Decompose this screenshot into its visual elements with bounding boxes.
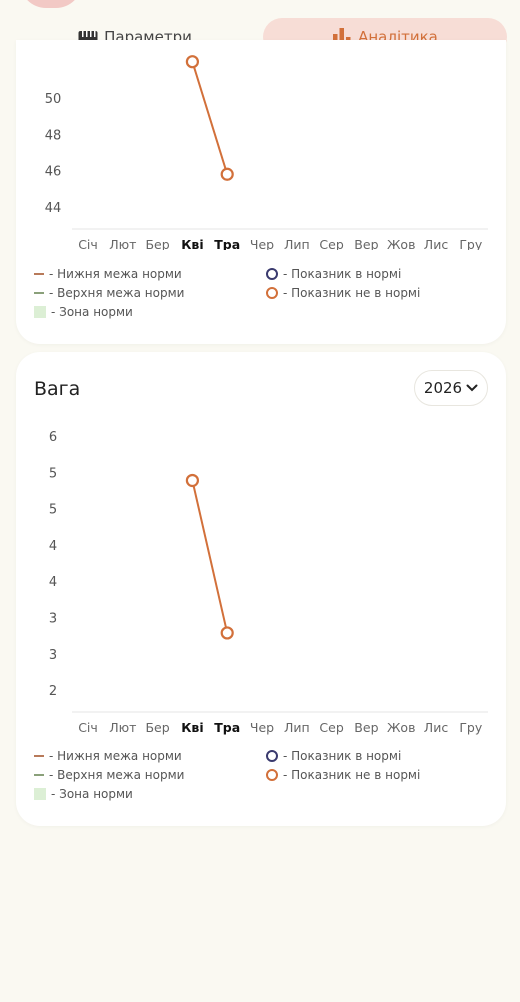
x-tick-label: Чер <box>250 237 274 250</box>
x-tick-label: Лют <box>109 237 136 250</box>
y-tick-label: 4 <box>49 575 57 590</box>
out-norm-marker-icon <box>266 287 278 299</box>
x-tick-label: Кві <box>181 720 203 735</box>
legend-upper-label: - Верхня межа норми <box>49 286 185 300</box>
year-select-value: 2026 <box>423 379 463 397</box>
x-tick-label: Лис <box>424 720 449 735</box>
x-tick-label: Лис <box>424 237 449 250</box>
legend-upper-label: - Верхня межа норми <box>49 768 185 782</box>
x-tick-label: Сер <box>319 720 343 735</box>
legend-out-norm: - Показник не в нормі <box>266 286 420 300</box>
x-tick-label: Жов <box>387 237 415 250</box>
y-tick-label: 44 <box>45 201 62 216</box>
y-tick-label: 3 <box>49 612 57 627</box>
data-point[interactable] <box>220 626 234 640</box>
x-tick-label: Січ <box>78 237 98 250</box>
chart-weight: 6 5 5 4 4 3 3 2 Січ Лют Бер Кві Тра Чер Лип Сер Вер Жов Ли… <box>49 430 488 735</box>
y-tick-label: 4 <box>49 539 57 554</box>
legend-lower-label: - Нижня межа норми <box>49 749 182 763</box>
year-select[interactable]: 2026 <box>414 370 488 406</box>
x-tick-label: Лют <box>109 720 136 735</box>
x-tick-label: Вер <box>354 237 378 250</box>
legend-upper: - Верхня межа норми <box>34 768 184 782</box>
legend-out-norm-label: - Показник не в нормі <box>283 768 421 782</box>
upper-line-swatch <box>34 292 44 294</box>
y-tick-label: 3 <box>49 648 57 663</box>
norm-zone-swatch <box>34 788 46 800</box>
y-tick-label: 2 <box>49 684 57 699</box>
x-tick-label: Жов <box>387 720 415 735</box>
legend-in-norm-label: - Показник в нормі <box>283 749 402 763</box>
in-norm-marker-icon <box>266 750 278 762</box>
y-tick-label: 46 <box>45 165 62 180</box>
chart-card-weight: Вага 2026 6 5 5 4 4 3 3 2 Січ Лют Бер Кві Тра Чер Лип С… <box>16 352 506 826</box>
legend-zone-label: - Зона норми <box>51 787 133 801</box>
legend-in-norm: - Показник в нормі <box>266 749 401 763</box>
legend-in-norm-label: - Показник в нормі <box>283 267 402 281</box>
series-line <box>191 61 229 175</box>
data-point[interactable] <box>185 55 199 69</box>
y-tick-label: 50 <box>45 92 62 107</box>
x-tick-label: Вер <box>354 720 378 735</box>
x-tick-label: Бер <box>145 237 169 250</box>
in-norm-marker-icon <box>266 268 278 280</box>
x-tick-label: Сер <box>319 237 343 250</box>
y-tick-label: 5 <box>49 466 57 481</box>
x-tick-label: Тра <box>214 720 240 735</box>
x-tick-label: Тра <box>214 237 240 250</box>
data-point[interactable] <box>220 167 234 181</box>
legend-in-norm: - Показник в нормі <box>266 267 401 281</box>
data-point[interactable] <box>185 473 199 488</box>
legend-upper: - Верхня межа норми <box>34 286 184 300</box>
x-tick-label: Гру <box>459 720 483 735</box>
series-line <box>191 480 229 634</box>
x-tick-label: Бер <box>145 720 169 735</box>
x-tick-label: Чер <box>250 720 274 735</box>
chart-1: 50 48 46 44 Січ Лют Бер Кві Тра Чер Лип Сер Вер Жов Ли… <box>45 55 488 250</box>
out-norm-marker-icon <box>266 769 278 781</box>
legend-lower: - Нижня межа норми <box>34 749 182 763</box>
upper-line-swatch <box>34 774 44 776</box>
norm-zone-swatch <box>34 306 46 318</box>
y-tick-label: 48 <box>45 128 62 143</box>
legend-zone: - Зона норми <box>34 787 133 801</box>
lower-line-swatch <box>34 273 44 275</box>
legend-lower: - Нижня межа норми <box>34 267 182 281</box>
chart-title: Вага <box>34 378 81 400</box>
legend-out-norm-label: - Показник не в нормі <box>283 286 421 300</box>
decorative-blob <box>20 0 82 8</box>
y-tick-label: 6 <box>49 430 57 445</box>
x-tick-label: Гру <box>459 237 483 250</box>
legend-zone-label: - Зона норми <box>51 305 133 319</box>
legend-zone: - Зона норми <box>34 305 133 319</box>
lower-line-swatch <box>34 755 44 757</box>
legend-lower-label: - Нижня межа норми <box>49 267 182 281</box>
chevron-down-icon <box>466 384 478 392</box>
legend-out-norm: - Показник не в нормі <box>266 768 420 782</box>
x-tick-label: Січ <box>78 720 98 735</box>
chart-card-1: 50 48 46 44 Січ Лют Бер Кві Тра Чер Лип Сер Вер Жов Ли… <box>16 40 506 344</box>
y-tick-label: 5 <box>49 503 57 518</box>
x-tick-label: Лип <box>284 237 310 250</box>
x-tick-label: Кві <box>181 237 203 250</box>
x-tick-label: Лип <box>284 720 310 735</box>
